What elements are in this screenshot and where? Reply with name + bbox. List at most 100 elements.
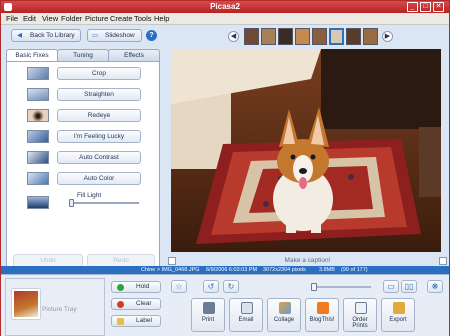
edit-panel: ◀ Back To Library ▭ Slideshow ? Basic Fi… — [3, 27, 163, 273]
menu-tools[interactable]: Tools — [134, 14, 152, 23]
photo-tools: ☆ ↺ ↻ ▭ ▯▯ ❋ — [171, 280, 447, 294]
photo-path: Chine > IMG_0468.JPG — [141, 266, 200, 273]
clear-button[interactable]: Clear — [111, 298, 161, 310]
menu-folder[interactable]: Folder — [61, 14, 82, 23]
close-button[interactable]: ✕ — [433, 2, 444, 12]
collage-label: Collage — [273, 317, 295, 323]
color-view-button[interactable]: ❋ — [427, 280, 443, 293]
redeye-button[interactable]: Redeye — [57, 109, 141, 122]
next-photo-button[interactable]: ▶ — [382, 31, 393, 42]
auto-contrast-button[interactable]: Auto Contrast — [57, 151, 141, 164]
print-label: Print — [201, 317, 215, 323]
blogthis-button[interactable]: BlogThis! — [305, 298, 339, 332]
filmstrip-thumb[interactable] — [278, 28, 293, 45]
menu-create[interactable]: Create — [110, 14, 133, 23]
rotate-left-button[interactable]: ↺ — [203, 280, 219, 293]
filmstrip-thumb[interactable] — [244, 28, 259, 45]
straighten-thumbnail — [27, 88, 49, 101]
email-button[interactable]: Email — [229, 298, 263, 332]
label-icon — [117, 318, 124, 325]
window-title: Picasa2 — [210, 2, 240, 11]
fill-light-thumbnail — [27, 196, 49, 209]
straighten-button[interactable]: Straighten — [57, 88, 141, 101]
email-label: Email — [238, 317, 254, 323]
filmstrip-thumb[interactable] — [261, 28, 276, 45]
blogger-icon — [317, 302, 329, 314]
auto-color-button[interactable]: Auto Color — [57, 172, 141, 185]
tray-thumbnail[interactable] — [12, 289, 40, 319]
basic-fixes-panel: Crop Straighten Redeye I'm Feeling Lucky… — [6, 61, 160, 273]
back-arrow-icon: ◀ — [17, 32, 22, 39]
slideshow-label: Slideshow — [105, 32, 135, 39]
printer-icon — [203, 302, 215, 314]
photo-position: (99 of 177) — [341, 266, 368, 273]
hold-label: Hold — [136, 283, 150, 290]
caption-right-toggle[interactable] — [439, 257, 447, 265]
zoom-slider-handle[interactable] — [311, 283, 317, 291]
fill-light-label: Fill Light — [77, 192, 102, 199]
collage-button[interactable]: Collage — [267, 298, 301, 332]
filmstrip-thumb[interactable] — [363, 28, 378, 45]
order-prints-icon — [355, 302, 367, 314]
filmstrip-thumb-selected[interactable] — [329, 28, 344, 45]
export-folder-icon — [393, 302, 405, 314]
tab-tuning[interactable]: Tuning — [57, 49, 109, 61]
compare-view-button[interactable]: ▯▯ — [401, 280, 417, 293]
action-buttons: Print Email Collage BlogThis! Order Prin… — [191, 298, 447, 334]
corgi-photo-image — [171, 49, 441, 252]
main-photo[interactable] — [171, 49, 441, 252]
fix-row-fill-light: Fill Light — [7, 190, 161, 214]
back-to-library-label: Back To Library — [30, 32, 75, 39]
slideshow-button[interactable]: ▭ Slideshow — [87, 29, 142, 42]
fix-row-auto-contrast: Auto Contrast — [7, 147, 161, 167]
back-to-library-button[interactable]: ◀ Back To Library — [11, 29, 81, 42]
star-button[interactable]: ☆ — [171, 280, 187, 293]
fill-light-slider-handle[interactable] — [69, 199, 74, 207]
label-label: Label — [136, 317, 152, 324]
bottom-toolbar: Picture Tray Hold Clear Label ☆ ↺ ↻ ▭ ▯▯… — [1, 274, 449, 336]
export-label: Export — [389, 317, 407, 323]
photo-file-size: 3.8MB — [319, 266, 335, 273]
print-button[interactable]: Print — [191, 298, 225, 332]
picture-tray-label: Picture Tray — [42, 306, 77, 313]
feeling-lucky-button[interactable]: I'm Feeling Lucky — [57, 130, 141, 143]
maximize-button[interactable]: □ — [420, 2, 431, 12]
tab-effects[interactable]: Effects — [108, 49, 160, 61]
fix-row-feeling-lucky: I'm Feeling Lucky — [7, 126, 161, 146]
caption-input[interactable]: Make a caption! — [166, 257, 449, 264]
photo-viewer — [166, 47, 449, 257]
hold-button[interactable]: Hold — [111, 281, 161, 293]
photo-datetime: 6/9/2006 6:03:03 PM — [206, 266, 258, 273]
crop-button[interactable]: Crop — [57, 67, 141, 80]
filmstrip-thumb[interactable] — [312, 28, 327, 45]
order-prints-button[interactable]: Order Prints — [343, 298, 377, 332]
title-bar: Picasa2 _ □ ✕ — [1, 1, 449, 13]
menu-help[interactable]: Help — [154, 14, 169, 23]
email-icon — [241, 302, 253, 314]
fill-light-slider[interactable] — [69, 199, 139, 207]
crop-thumbnail — [27, 67, 49, 80]
clear-label: Clear — [136, 300, 152, 307]
caption-bar: Make a caption! — [166, 256, 449, 266]
blogthis-label: BlogThis! — [309, 317, 335, 323]
help-icon[interactable]: ? — [146, 30, 157, 41]
fit-view-button[interactable]: ▭ — [383, 280, 399, 293]
fix-row-redeye: Redeye — [7, 105, 161, 125]
menu-edit[interactable]: Edit — [23, 14, 36, 23]
export-button[interactable]: Export — [381, 298, 415, 332]
previous-photo-button[interactable]: ◀ — [228, 31, 239, 42]
picture-tray: Picture Tray — [5, 278, 105, 336]
menu-file[interactable]: File — [6, 14, 18, 23]
zoom-slider[interactable] — [311, 283, 371, 291]
menu-view[interactable]: View — [42, 14, 58, 23]
menu-picture[interactable]: Picture — [85, 14, 108, 23]
label-button[interactable]: Label — [111, 315, 161, 327]
redeye-thumbnail — [27, 109, 49, 122]
filmstrip-thumb[interactable] — [346, 28, 361, 45]
filmstrip-thumb[interactable] — [295, 28, 310, 45]
minimize-button[interactable]: _ — [407, 2, 418, 12]
tab-basic-fixes[interactable]: Basic Fixes — [6, 49, 58, 61]
auto-color-thumbnail — [27, 172, 49, 185]
feeling-lucky-thumbnail — [27, 130, 49, 143]
rotate-right-button[interactable]: ↻ — [223, 280, 239, 293]
